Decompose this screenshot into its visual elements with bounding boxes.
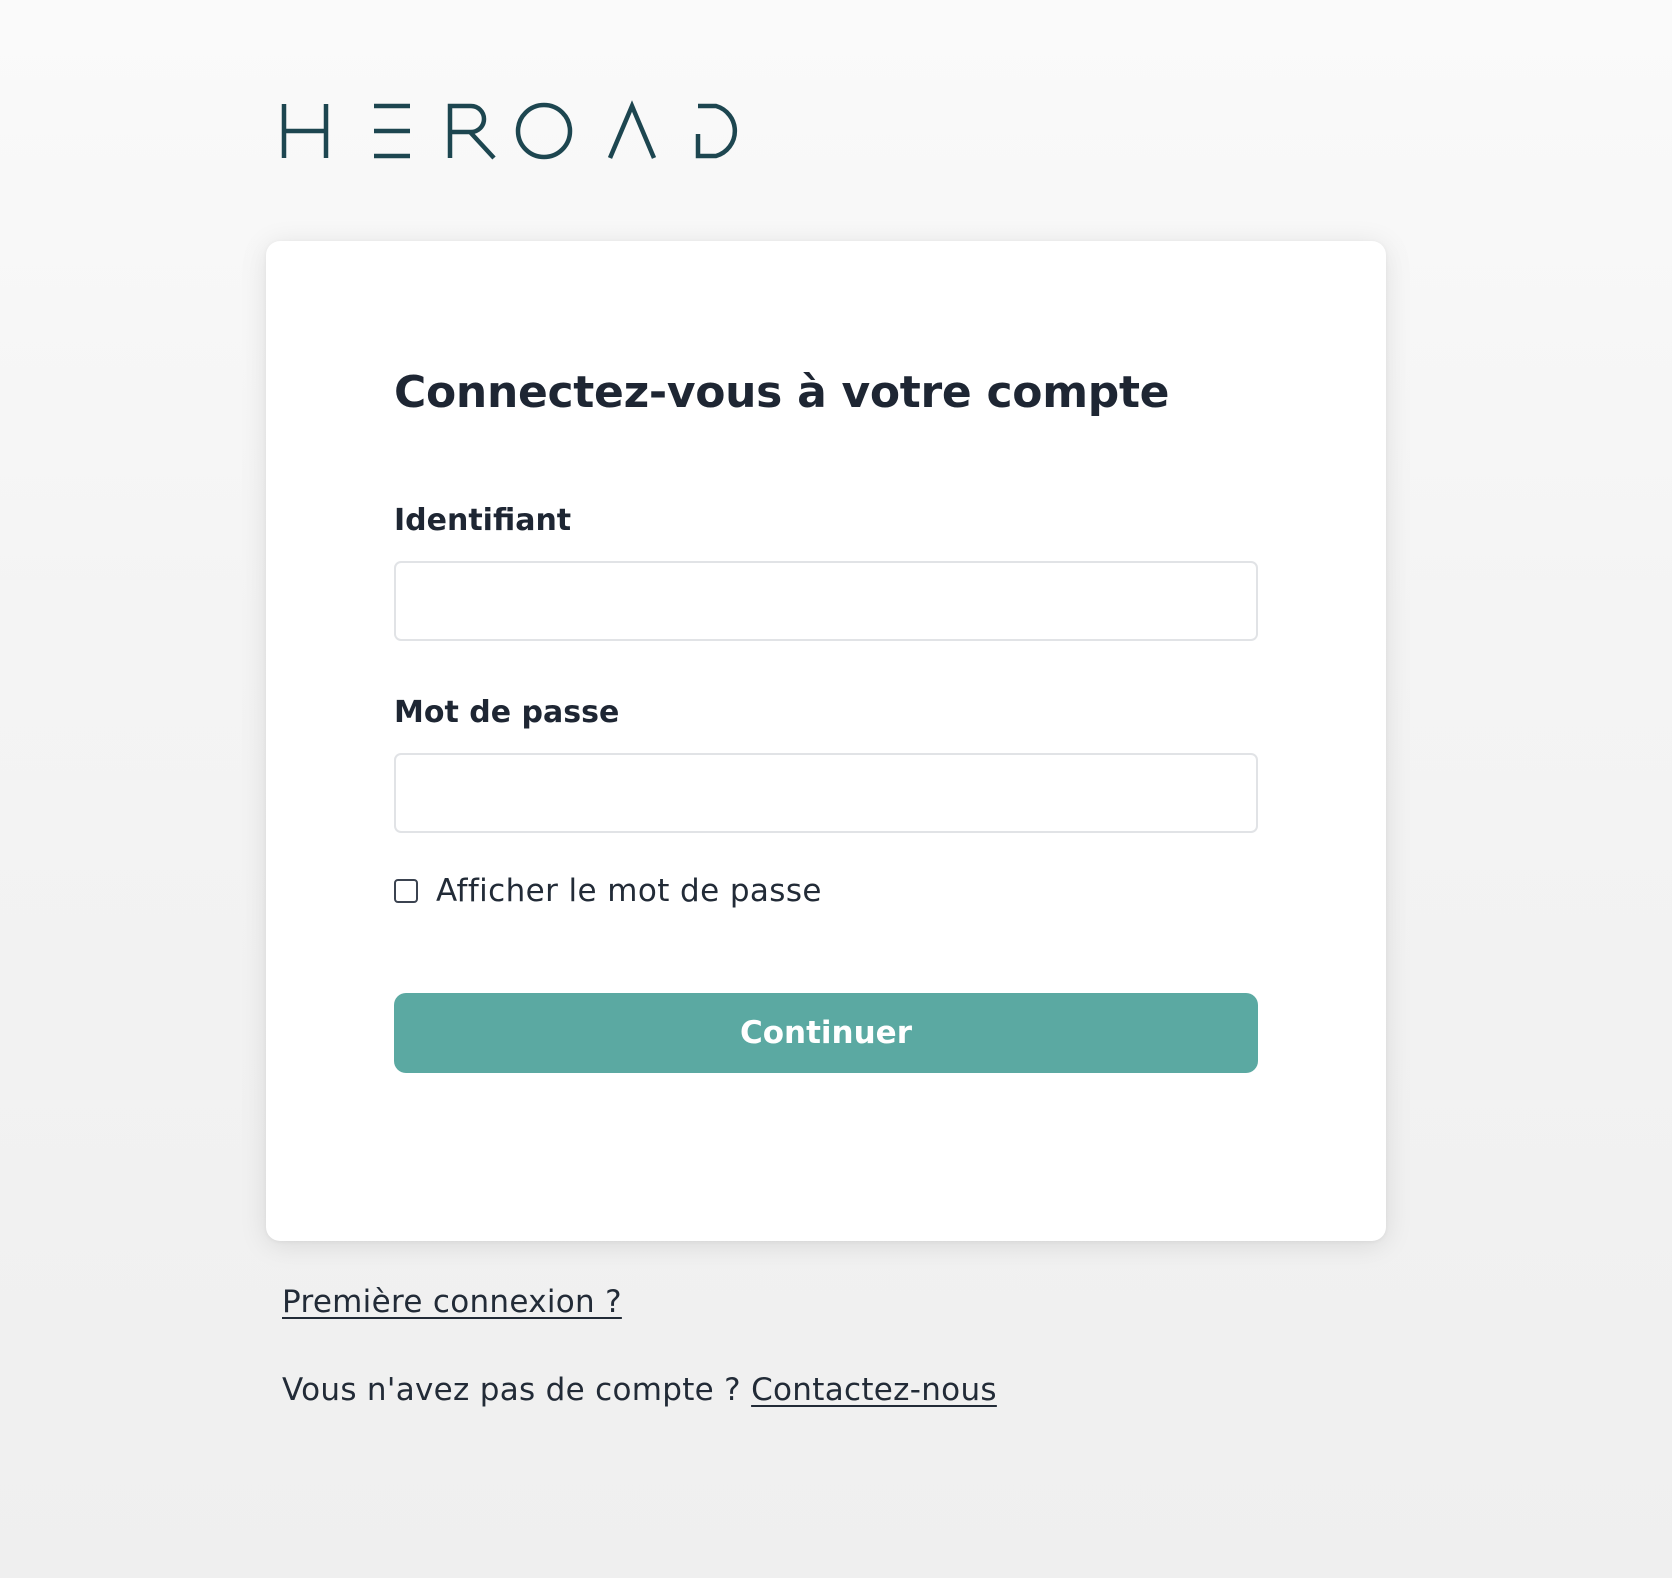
show-password-label[interactable]: Afficher le mot de passe [436,873,822,909]
show-password-row: Afficher le mot de passe [394,871,822,911]
password-label: Mot de passe [394,695,620,730]
username-input[interactable] [394,561,1258,641]
login-page: Connectez-vous à votre compte Identifian… [0,0,1672,1578]
page-title: Connectez-vous à votre compte [394,367,1170,418]
no-account-text: Vous n'avez pas de compte ? [282,1372,741,1408]
login-card: Connectez-vous à votre compte Identifian… [266,241,1386,1241]
no-account-line: Vous n'avez pas de compte ? Contactez-no… [282,1372,997,1408]
username-label: Identifiant [394,503,572,538]
first-login-link[interactable]: Première connexion ? [282,1284,622,1320]
continue-button[interactable]: Continuer [394,993,1258,1073]
heroad-logo [280,100,750,162]
show-password-checkbox[interactable] [394,879,418,903]
contact-us-link[interactable]: Contactez-nous [751,1372,997,1408]
password-input[interactable] [394,753,1258,833]
